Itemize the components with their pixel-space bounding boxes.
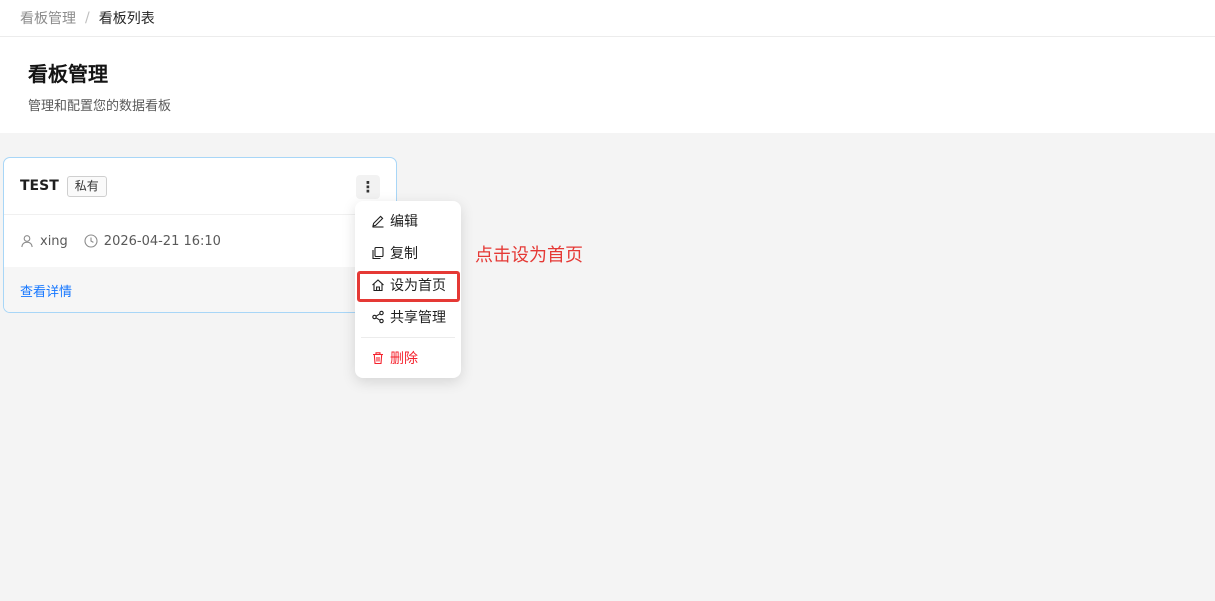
share-icon <box>372 310 384 324</box>
menu-item-delete[interactable]: 删除 <box>359 342 457 374</box>
owner-name: xing <box>40 233 68 249</box>
page-header: 看板管理 管理和配置您的数据看板 <box>0 37 1215 133</box>
delete-icon <box>373 352 383 365</box>
view-details-link[interactable]: 查看详情 <box>20 281 72 300</box>
owner-info: xing <box>20 234 68 249</box>
menu-item-label: 编辑 <box>390 214 418 230</box>
more-actions-button[interactable]: ⋮ <box>356 175 380 199</box>
menu-divider <box>361 337 455 338</box>
visibility-tag: 私有 <box>66 175 107 197</box>
page-title: 看板管理 <box>28 62 108 86</box>
breadcrumb-current: 看板列表 <box>98 11 155 27</box>
highlight-box <box>357 271 460 302</box>
page-description: 管理和配置您的数据看板 <box>28 99 172 114</box>
more-icon: ⋮ <box>360 178 376 196</box>
card-footer: 查看详情 <box>4 267 396 312</box>
copy-icon <box>372 246 384 260</box>
clock-icon <box>84 234 98 248</box>
card-meta: xing 2026-04-21 16:10 <box>4 215 396 267</box>
dashboard-card[interactable]: TEST 私有 ⋮ xing 2026-04-21 16:10 查看详情 <box>3 157 397 313</box>
menu-item-label: 共享管理 <box>390 310 446 326</box>
breadcrumb-separator: / <box>85 10 90 26</box>
breadcrumb-parent[interactable]: 看板管理 <box>20 8 76 28</box>
updated-time: 2026-04-21 16:10 <box>103 233 221 249</box>
menu-item-copy[interactable]: 复制 <box>359 237 457 269</box>
dashboard-name: TEST <box>20 178 59 194</box>
card-header: TEST 私有 ⋮ <box>4 158 396 215</box>
menu-item-label: 删除 <box>390 351 418 367</box>
menu-item-edit[interactable]: 编辑 <box>359 205 457 237</box>
menu-item-label: 复制 <box>390 246 418 262</box>
user-icon <box>21 235 33 248</box>
edit-icon <box>372 215 384 228</box>
time-info: 2026-04-21 16:10 <box>84 234 221 249</box>
annotation-text: 点击设为首页 <box>475 245 583 266</box>
menu-item-share[interactable]: 共享管理 <box>359 301 457 333</box>
breadcrumb: 看板管理 / 看板列表 <box>0 0 1215 37</box>
